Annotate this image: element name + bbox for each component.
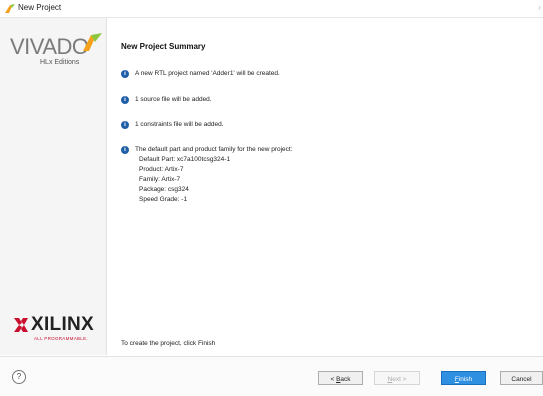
window-edge-icon[interactable]: › — [538, 2, 541, 12]
family-value: Family: Artix-7 — [139, 176, 181, 183]
part-info-lines: The default part and product family for … — [135, 145, 293, 205]
default-part-value: Default Part: xc7a100tcsg324-1 — [139, 156, 231, 163]
help-button[interactable]: ? — [12, 370, 26, 384]
next-button[interactable]: Next > — [374, 371, 420, 385]
window-title: New Project — [18, 3, 62, 12]
speed-grade-value: Speed Grade: -1 — [139, 196, 188, 203]
page-title: New Project Summary — [121, 42, 206, 51]
summary-item: i A new RTL project named 'Adder1' will … — [121, 69, 280, 79]
vivado-app-icon — [5, 4, 15, 13]
finish-hint: To create the project, click Finish — [121, 340, 216, 347]
product-value: Product: Artix-7 — [139, 166, 184, 173]
info-icon: i — [121, 146, 129, 154]
back-rest: ack — [340, 376, 351, 383]
package-value: Package: csg324 — [139, 186, 189, 193]
xilinx-tagline: ALL PROGRAMMABLE. — [34, 336, 88, 341]
summary-item-text: 1 constraints file will be added. — [135, 121, 224, 128]
back-button[interactable]: < Back — [318, 371, 363, 385]
xilinx-logo-icon — [14, 318, 28, 332]
edition-label: HLx Editions — [40, 59, 80, 66]
xilinx-logo-text: XILINX — [31, 314, 95, 335]
finish-button[interactable]: Finish — [441, 371, 486, 385]
info-icon: i — [121, 70, 129, 78]
next-rest: ext > — [392, 376, 407, 383]
summary-item-text: A new RTL project named 'Adder1' will be… — [135, 70, 280, 77]
part-info-intro: The default part and product family for … — [135, 146, 293, 153]
info-icon: i — [121, 121, 129, 129]
summary-item-text: 1 source file will be added. — [135, 96, 212, 103]
button-bar: ? < Back Next > Finish Cancel — [0, 356, 543, 396]
summary-panel: New Project Summary i A new RTL project … — [107, 18, 543, 355]
window-titlebar: New Project › — [0, 0, 543, 18]
part-info-block: i The default part and product family fo… — [121, 145, 293, 205]
finish-rest: inish — [458, 376, 473, 383]
cancel-button[interactable]: Cancel — [500, 371, 543, 385]
summary-item: i 1 constraints file will be added. — [121, 120, 224, 130]
vivado-logo-icon — [83, 33, 102, 51]
vivado-logo-text: VIVADO — [10, 34, 89, 59]
info-icon: i — [121, 96, 129, 104]
summary-item: i 1 source file will be added. — [121, 95, 212, 105]
branding-sidebar: VIVADO HLx Editions XILINX ALL PROGRAMMA… — [0, 18, 107, 355]
